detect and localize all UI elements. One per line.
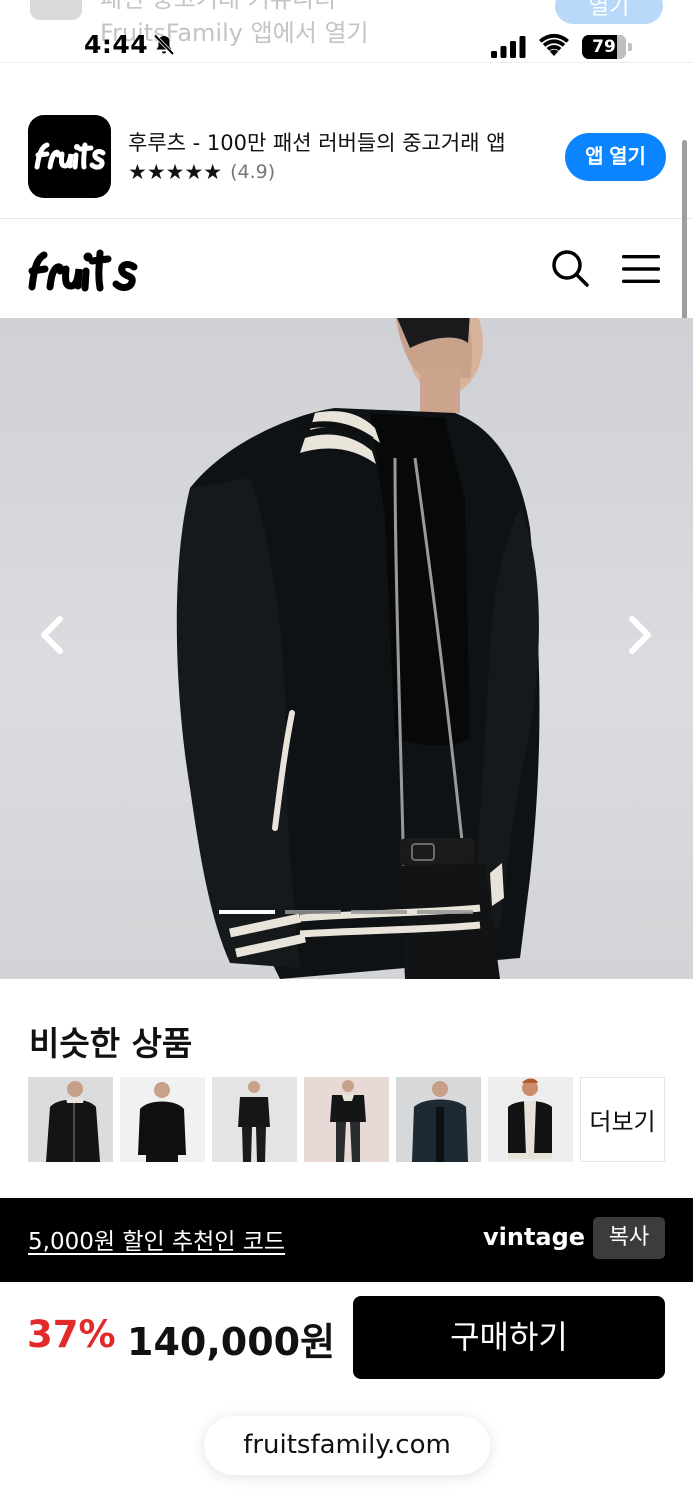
more-similar-button[interactable]: 더보기	[580, 1077, 665, 1162]
discount-rate: 37%	[27, 1313, 116, 1356]
wifi-icon	[539, 33, 569, 56]
referral-code-value: vintage	[483, 1223, 586, 1251]
open-app-button[interactable]: 앱 열기	[565, 133, 666, 181]
menu-icon[interactable]	[622, 254, 660, 284]
similar-product-thumb-3[interactable]	[212, 1077, 297, 1162]
gallery-indicator-2[interactable]	[285, 910, 341, 914]
product-image-gallery[interactable]	[0, 318, 693, 979]
similar-product-thumb-4[interactable]	[304, 1077, 389, 1162]
search-icon[interactable]	[550, 248, 590, 288]
previous-image-arrow-icon[interactable]	[36, 615, 70, 655]
fruits-app-icon[interactable]	[28, 115, 111, 198]
gallery-indicators	[219, 910, 483, 914]
product-photo	[176, 318, 540, 979]
browser-url-bar[interactable]: fruitsfamily.com	[204, 1416, 490, 1475]
similar-product-thumb-6[interactable]	[488, 1077, 573, 1162]
page-scrollbar[interactable]	[682, 140, 687, 340]
battery-body: 79	[582, 35, 626, 59]
status-time: 4:44	[84, 30, 149, 59]
similar-products-title: 비슷한 상품	[29, 1024, 193, 1063]
battery-level: 79	[592, 37, 616, 57]
similar-product-thumb-2[interactable]	[120, 1077, 205, 1162]
next-image-arrow-icon[interactable]	[622, 615, 656, 655]
bell-muted-icon	[153, 34, 175, 56]
ghost-banner-line1: 패션 중고거래 커뮤니티	[100, 0, 336, 13]
star-rating-icons: ★★★★★	[128, 160, 223, 184]
ghost-open-button: 열기	[555, 0, 663, 24]
similar-product-thumb-1[interactable]	[28, 1077, 113, 1162]
app-title: 후루츠 - 100만 패션 러버들의 중고거래 앱	[128, 131, 506, 155]
copy-code-button[interactable]: 복사	[593, 1217, 665, 1259]
battery-tip	[628, 43, 632, 51]
fruits-wordmark-white	[34, 142, 105, 170]
ghost-app-icon	[30, 0, 82, 20]
referral-discount-link[interactable]: 5,000원 할인 추천인 코드	[28, 1222, 285, 1256]
site-header	[0, 219, 693, 318]
gallery-indicator-3[interactable]	[351, 910, 407, 914]
referral-code-bar: 5,000원 할인 추천인 코드 vintage 복사	[0, 1198, 693, 1282]
battery-indicator: 79	[582, 35, 632, 59]
cellular-signal-icon	[491, 36, 526, 58]
status-bar: 패션 중고거래 커뮤니티 FruitsFamily 앱에서 열기 열기 4:44…	[0, 0, 693, 62]
similar-product-thumb-5[interactable]	[396, 1077, 481, 1162]
gallery-indicator-1[interactable]	[219, 910, 275, 914]
gallery-indicator-4[interactable]	[417, 910, 473, 914]
buy-button[interactable]: 구매하기	[353, 1296, 665, 1379]
product-price: 140,000원	[127, 1320, 336, 1364]
fruits-logo[interactable]	[26, 241, 140, 297]
app-rating: ★★★★★ (4.9)	[128, 160, 275, 184]
smart-app-banner: 후루츠 - 100만 패션 러버들의 중고거래 앱 ★★★★★ (4.9) 앱 …	[0, 62, 693, 219]
rating-value: (4.9)	[230, 161, 276, 183]
ghost-app-banner: 패션 중고거래 커뮤니티 FruitsFamily 앱에서 열기	[30, 0, 369, 46]
similar-products-list: 더보기	[28, 1077, 665, 1162]
